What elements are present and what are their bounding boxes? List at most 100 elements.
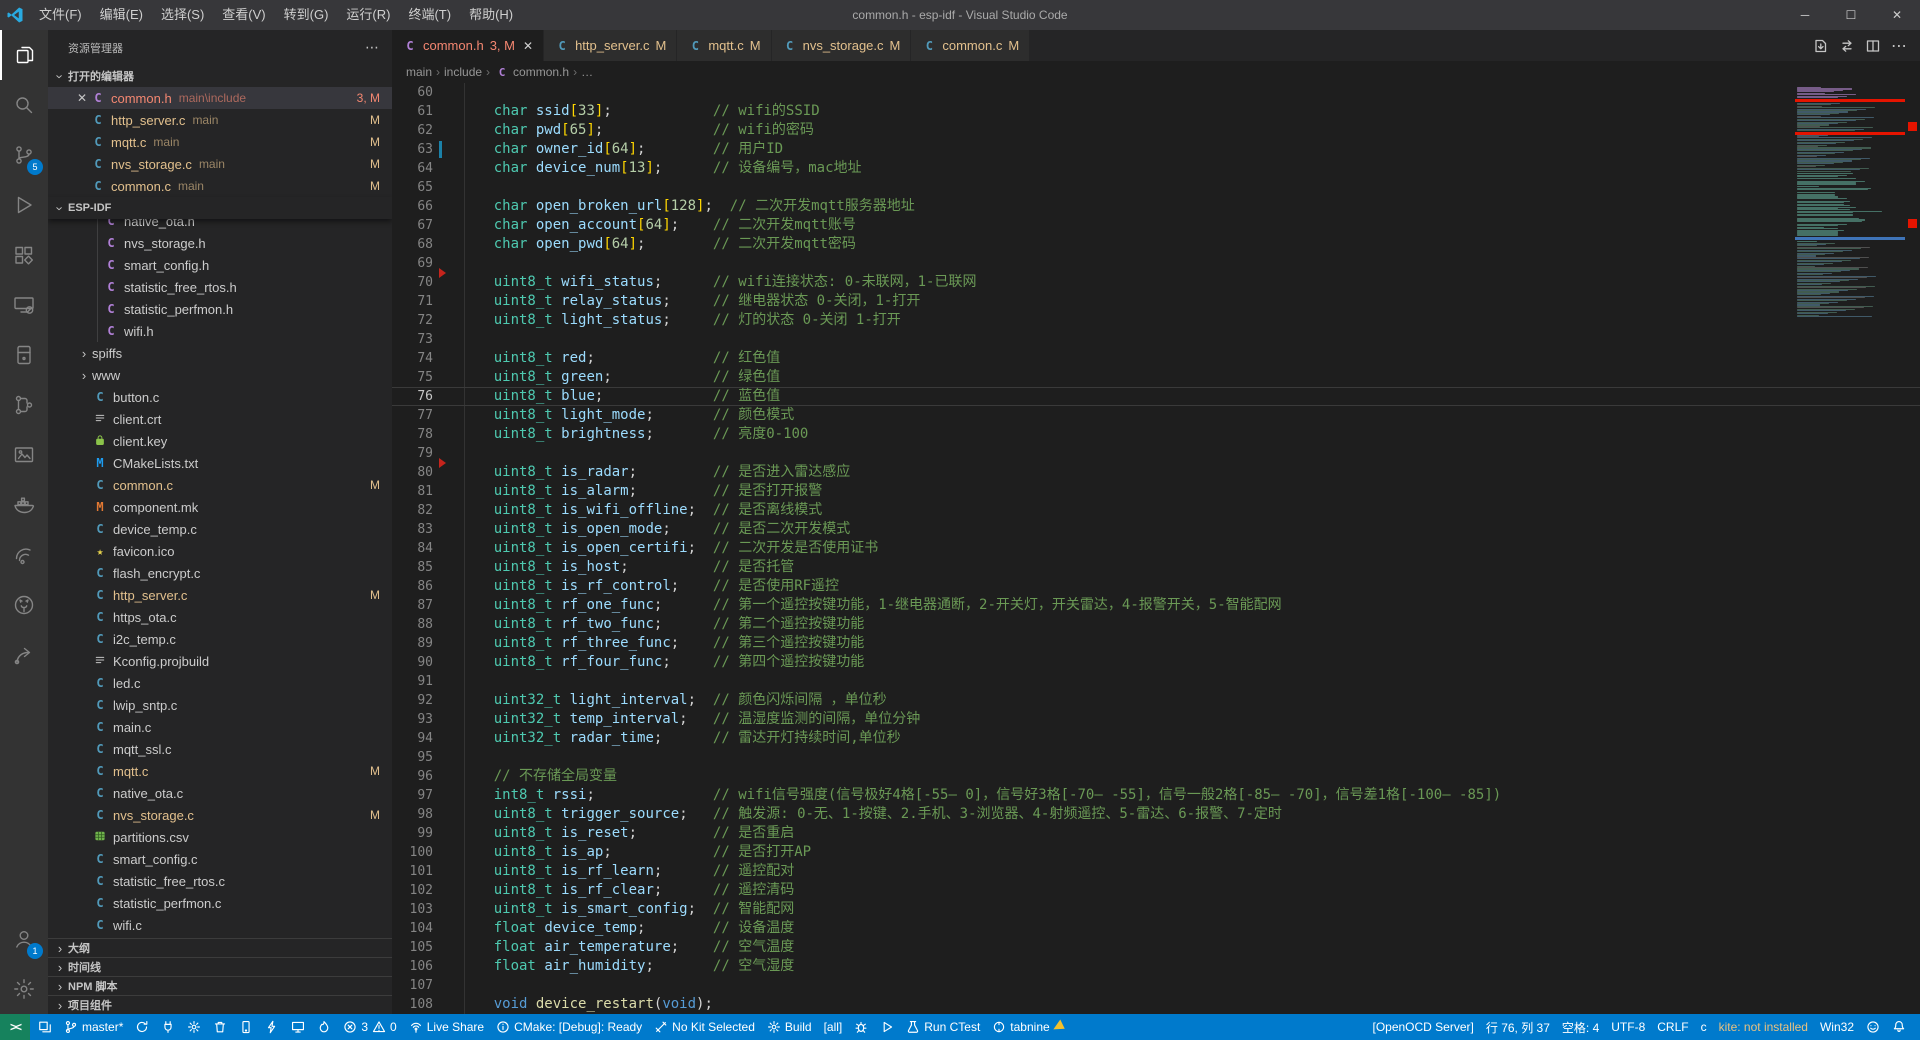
line-number[interactable]: 107 <box>392 976 460 995</box>
build-target[interactable]: [all] <box>818 1014 849 1040</box>
code-line[interactable]: 64 char device_num[13]; // 设备编号，mac地址 <box>392 159 1920 178</box>
breadcrumb-item[interactable]: Ccommon.h <box>494 65 569 79</box>
line-number[interactable]: 91 <box>392 672 460 691</box>
indentation[interactable]: 空格: 4 <box>1556 1014 1605 1040</box>
code-line[interactable]: 107 <box>392 976 1920 995</box>
eol-sequence[interactable]: CRLF <box>1651 1014 1694 1040</box>
cmake-launch[interactable] <box>874 1014 900 1040</box>
activity-docker-icon[interactable] <box>0 480 48 530</box>
platform[interactable]: Win32 <box>1814 1014 1860 1040</box>
code-line[interactable]: 61 char ssid[33]; // wifi的SSID <box>392 102 1920 121</box>
esp-flash[interactable] <box>259 1014 285 1040</box>
line-number[interactable]: 63 <box>392 140 460 159</box>
sidebar-more-actions-icon[interactable]: ⋯ <box>365 39 380 56</box>
file-item[interactable]: Cnvs_storage.h <box>48 232 392 254</box>
esp-menuconfig[interactable] <box>181 1014 207 1040</box>
code-line[interactable]: 101 uint8_t is_rf_learn; // 遥控配对 <box>392 862 1920 881</box>
file-item[interactable]: Cstatistic_perfmon.c <box>48 892 392 914</box>
file-item[interactable]: Cstatistic_perfmon.h <box>48 298 392 320</box>
code-line[interactable]: 79 <box>392 444 1920 463</box>
line-number[interactable]: 102 <box>392 881 460 900</box>
line-number[interactable]: 108 <box>392 995 460 1014</box>
line-number[interactable]: 87 <box>392 596 460 615</box>
code-editor[interactable]: 6061 char ssid[33]; // wifi的SSID62 char … <box>392 83 1920 1014</box>
maximize-button[interactable]: ☐ <box>1828 0 1874 30</box>
file-item[interactable]: Cmain.c <box>48 716 392 738</box>
notifications[interactable] <box>1886 1014 1912 1040</box>
cmake-build[interactable]: Build <box>761 1014 818 1040</box>
file-item[interactable]: client.key <box>48 430 392 452</box>
code-line[interactable]: 92 uint32_t light_interval; // 颜色闪烁间隔 ，单… <box>392 691 1920 710</box>
code-line[interactable]: 90 uint8_t rf_four_func; // 第四个遥控按键功能 <box>392 653 1920 672</box>
tab-common-h[interactable]: Ccommon.h3, M✕ <box>392 30 544 61</box>
line-number[interactable]: 100 <box>392 843 460 862</box>
code-line[interactable]: 108 void device_restart(void); <box>392 995 1920 1014</box>
menu-item-h[interactable]: 帮助(H) <box>460 0 522 30</box>
code-line[interactable]: 98 uint8_t trigger_source; // 触发源: 0-无、1… <box>392 805 1920 824</box>
file-item[interactable]: Cmqtt.cM <box>48 760 392 782</box>
file-item[interactable]: Cnvs_storage.cM <box>48 804 392 826</box>
esp-build-flash-monitor[interactable] <box>311 1014 337 1040</box>
tab-common-c[interactable]: Ccommon.cM <box>911 30 1030 61</box>
file-item[interactable]: Cstatistic_free_rtos.h <box>48 276 392 298</box>
file-item[interactable]: Cwifi.c <box>48 914 392 936</box>
new-window[interactable] <box>32 1014 58 1040</box>
code-line[interactable]: 89 uint8_t rf_three_func; // 第三个遥控按键功能 <box>392 634 1920 653</box>
line-number[interactable]: 75 <box>392 368 460 387</box>
esp-select-port[interactable] <box>155 1014 181 1040</box>
code-line[interactable]: 86 uint8_t is_rf_control; // 是否使用RF遥控 <box>392 577 1920 596</box>
breadcrumb-item[interactable]: … <box>581 65 593 79</box>
activity-image-preview-icon[interactable] <box>0 430 48 480</box>
remote-indicator[interactable]: >< <box>0 1014 30 1040</box>
menu-item-r[interactable]: 运行(R) <box>337 0 399 30</box>
code-line[interactable]: 93 uint32_t temp_interval; // 温湿度监测的间隔，单… <box>392 710 1920 729</box>
tabnine-status[interactable]: tabnine <box>986 1014 1070 1040</box>
open-editor-item[interactable]: Chttp_server.cmainM <box>48 109 392 131</box>
file-item[interactable]: Cbutton.c <box>48 386 392 408</box>
line-number[interactable]: 104 <box>392 919 460 938</box>
line-number[interactable]: 96 <box>392 767 460 786</box>
open-editors-section-header[interactable]: › 打开的编辑器 <box>48 65 392 87</box>
line-number[interactable]: 97 <box>392 786 460 805</box>
code-line[interactable]: 104 float device_temp; // 设备温度 <box>392 919 1920 938</box>
openocd-server[interactable]: [OpenOCD Server] <box>1366 1014 1479 1040</box>
activity-settings-icon[interactable] <box>0 964 48 1014</box>
activity-test-explorer-icon[interactable] <box>0 380 48 430</box>
line-number[interactable]: 98 <box>392 805 460 824</box>
folder-item[interactable]: ›spiffs <box>48 342 392 364</box>
cmake-status[interactable]: CMake: [Debug]: Ready <box>490 1014 648 1040</box>
code-line[interactable]: 72 uint8_t light_status; // 灯的状态 0-关闭 1-… <box>392 311 1920 330</box>
open-editor-item[interactable]: Ccommon.cmainM <box>48 175 392 197</box>
encoding[interactable]: UTF-8 <box>1605 1014 1651 1040</box>
close-icon[interactable]: ✕ <box>523 39 533 53</box>
close-icon[interactable]: ✕ <box>74 91 90 105</box>
line-number[interactable]: 69 <box>392 254 460 273</box>
more-actions-icon[interactable]: ⋯ <box>1886 30 1912 61</box>
file-item[interactable]: MCMakeLists.txt <box>48 452 392 474</box>
file-item[interactable]: Cmqtt_ssl.c <box>48 738 392 760</box>
file-item[interactable]: Cnative_ota.c <box>48 782 392 804</box>
minimap[interactable] <box>1795 87 1905 323</box>
menu-item-e[interactable]: 编辑(E) <box>91 0 152 30</box>
folder-item[interactable]: ›www <box>48 364 392 386</box>
code-line[interactable]: 85 uint8_t is_host; // 是否托管 <box>392 558 1920 577</box>
file-item[interactable]: Chttp_server.cM <box>48 584 392 606</box>
sidebar-section-npm-脚本[interactable]: ›NPM 脚本 <box>48 976 392 995</box>
line-number[interactable]: 71 <box>392 292 460 311</box>
line-number[interactable]: 66 <box>392 197 460 216</box>
sidebar-section-项目组件[interactable]: ›项目组件 <box>48 995 392 1014</box>
code-line[interactable]: 75 uint8_t green; // 绿色值 <box>392 368 1920 387</box>
line-number[interactable]: 95 <box>392 748 460 767</box>
line-number[interactable]: 90 <box>392 653 460 672</box>
line-number[interactable]: 106 <box>392 957 460 976</box>
line-number[interactable]: 67 <box>392 216 460 235</box>
tab-http_server-c[interactable]: Chttp_server.cM <box>544 30 677 61</box>
file-item[interactable]: client.crt <box>48 408 392 430</box>
code-line[interactable]: 73 <box>392 330 1920 349</box>
file-item[interactable]: ★favicon.ico <box>48 540 392 562</box>
file-item[interactable]: Clwip_sntp.c <box>48 694 392 716</box>
esp-monitor[interactable] <box>285 1014 311 1040</box>
line-number[interactable]: 92 <box>392 691 460 710</box>
line-number[interactable]: 61 <box>392 102 460 121</box>
kite-status[interactable]: kite: not installed <box>1713 1014 1814 1040</box>
